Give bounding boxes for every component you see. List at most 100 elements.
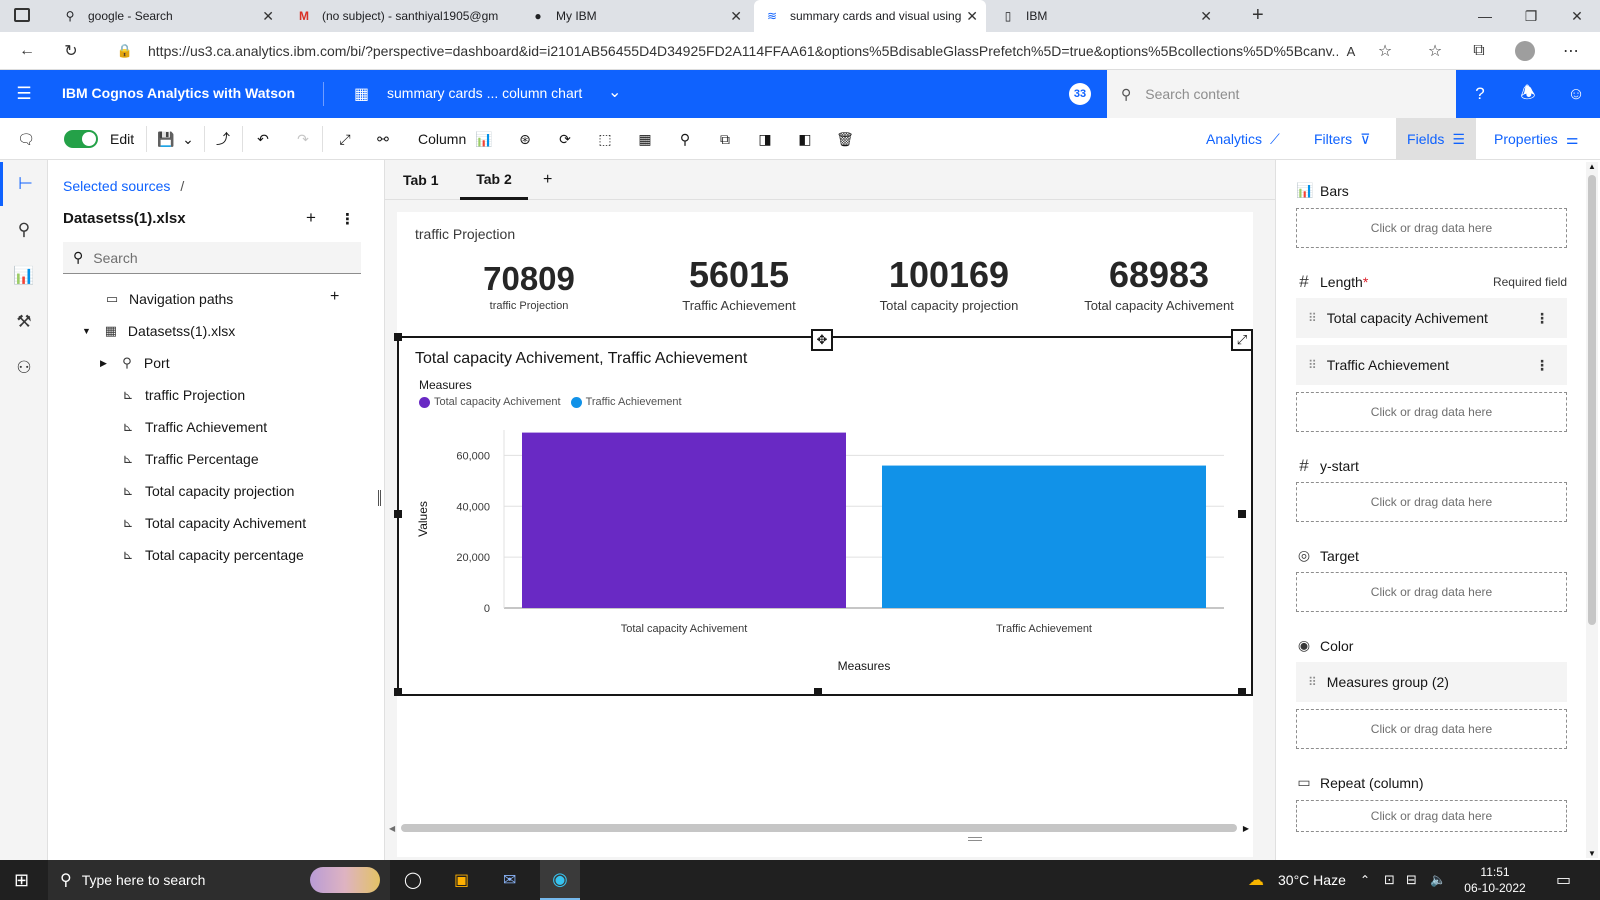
url-field[interactable]: https://us3.ca.analytics.ibm.com/bi/?per… [148,35,1338,67]
search-content-input[interactable]: ⚲ Search content [1107,70,1456,118]
chevron-down-icon[interactable]: ⌄ [180,118,196,160]
viz-type-label[interactable]: Column [418,118,466,160]
vertical-scrollbar[interactable]: ▲ ▼ [1586,162,1598,858]
more-icon[interactable]: ⋯ [1556,36,1586,66]
repeat-drop-slot[interactable]: Click or drag data here [1296,800,1567,832]
edge-browser-icon[interactable]: ◉ [540,860,580,900]
window-close-button[interactable]: ✕ [1554,0,1600,32]
chevron-down-icon[interactable]: ⌄ [608,82,621,102]
bar[interactable] [522,432,846,608]
horizontal-scrollbar[interactable]: ◀ ▶ [389,824,1249,833]
legend-item[interactable]: Total capacity Achivement [434,396,561,408]
column-chart-icon[interactable]: 📊 [474,118,494,160]
back-button[interactable]: ← [12,36,42,66]
bring-front-icon[interactable]: ◨ [754,118,776,160]
resize-handle[interactable] [394,333,402,341]
tree-item-measure[interactable]: ⊾ Total capacity percentage [120,547,304,563]
resize-handle[interactable] [1238,510,1246,518]
properties-button[interactable]: Properties ⚌ [1494,118,1578,160]
drag-handle-icon[interactable]: ⠿ [1308,358,1317,372]
target-drop-slot[interactable]: Click or drag data here [1296,572,1567,612]
tab-2[interactable]: Tab 2 [460,160,528,200]
ystart-drop-slot[interactable]: Click or drag data here [1296,482,1567,522]
hamburger-menu-icon[interactable]: ☰ [0,70,48,118]
pin-icon[interactable]: ⚲ [674,118,696,160]
browser-tab[interactable]: ▯ IBM ✕ [990,0,1220,32]
new-tab-button[interactable]: + [1252,4,1264,27]
field-item-traffic-achievement[interactable]: ⠿ Traffic Achievement ⋮ [1296,345,1567,385]
taskbar-search-input[interactable]: ⚲ Type here to search [48,860,390,900]
move-icon[interactable]: ✥ [811,329,833,351]
edit-toggle[interactable] [64,118,98,160]
chevron-up-icon[interactable]: ⌃ [1360,860,1370,900]
overflow-menu-icon[interactable]: ⋮ [340,210,355,228]
volume-icon[interactable]: 🔈 [1430,860,1446,900]
maximize-icon[interactable]: ⤢ [1231,329,1253,351]
resize-handle[interactable] [814,688,822,696]
visualizations-icon[interactable]: 📊 [0,254,48,298]
resize-handle[interactable] [394,688,402,696]
bars-drop-slot[interactable]: Click or drag data here [1296,208,1567,248]
refresh-button[interactable]: ↻ [56,36,86,66]
collaborator-badge[interactable]: 33 [1069,83,1091,105]
pin-icon[interactable]: ⚲ [0,208,48,252]
length-drop-slot[interactable]: Click or drag data here [1296,392,1567,432]
restore-button[interactable]: ❐ [1508,0,1554,32]
add-navigation-path-icon[interactable]: + [330,288,339,306]
overflow-menu-icon[interactable]: ⋮ [1535,357,1549,374]
save-icon[interactable]: 💾 [156,118,176,160]
add-favorite-icon[interactable]: ☆ [1370,36,1400,66]
column-chart-widget[interactable]: Total capacity Achivement, Traffic Achie… [394,329,1253,696]
tree-item-measure[interactable]: ⊾ Traffic Achievement [120,419,268,435]
color-drop-slot[interactable]: Click or drag data here [1296,709,1567,749]
close-icon[interactable]: ✕ [730,8,742,25]
duplicate-icon[interactable]: ⧉ [714,118,736,160]
meet-icon[interactable]: ⊡ [1384,860,1395,900]
tree-item-navigation-paths[interactable]: ▭ Navigation paths [104,291,233,307]
send-back-icon[interactable]: ◧ [794,118,816,160]
network-icon[interactable]: ⊟ [1406,860,1417,900]
office-app-icon[interactable]: ▣ [454,860,469,900]
add-icon[interactable]: + [306,208,316,228]
field-item-total-capacity-achivement[interactable]: ⠿ Total capacity Achivement ⋮ [1296,298,1567,338]
drag-handle-icon[interactable]: ⠿ [1308,311,1317,325]
undo-icon[interactable]: ↶ [252,118,274,160]
tree-item-measure[interactable]: ⊾ traffic Projection [120,387,246,403]
tab-1[interactable]: Tab 1 [403,160,439,200]
close-icon[interactable]: ✕ [1200,8,1212,25]
notifications-icon[interactable]: 🕭 [1504,70,1552,118]
redo-icon[interactable]: ↷ [292,118,314,160]
analytics-button[interactable]: Analytics ⟋ [1206,118,1280,160]
expand-icon[interactable]: ⤢ [334,118,356,160]
caret-down-icon[interactable]: ▼ [82,326,91,336]
favorites-icon[interactable]: ☆ [1420,36,1450,66]
tree-item-measure[interactable]: ⊾ Traffic Percentage [120,451,259,467]
kpi-card[interactable]: 70809 traffic Projection [429,260,629,312]
browser-tab[interactable]: ⚲ google - Search ✕ [52,0,282,32]
windows-start-icon[interactable]: ⊞ [14,860,29,900]
field-item-measures-group[interactable]: ⠿ Measures group (2) [1296,662,1567,702]
task-view-icon[interactable]: ◯ [404,860,422,900]
source-search-input[interactable]: ⚲ Search [63,242,361,274]
kpi-card[interactable]: 56015 Traffic Achievement [639,254,839,313]
filters-button[interactable]: Filters ⊽ [1314,118,1370,160]
read-aloud-icon[interactable]: A [1336,36,1366,66]
resize-handle[interactable] [394,510,402,518]
palette-icon[interactable]: ⊛ [514,118,536,160]
notification-center-icon[interactable]: ▭ [1556,860,1571,900]
kpi-card[interactable]: 100169 Total capacity projection [849,254,1049,313]
legend-item[interactable]: Traffic Achievement [586,396,682,408]
help-icon[interactable]: ? [1456,70,1504,118]
delete-icon[interactable]: 🗑 [834,118,856,160]
share-icon[interactable]: ⤴ [212,118,234,160]
weather-text[interactable]: 30°C Haze [1278,860,1346,900]
selected-sources-link[interactable]: Selected sources [63,178,170,194]
document-title[interactable]: summary cards ... column chart [387,85,582,101]
tab-actions-icon[interactable] [14,8,30,22]
resize-handle[interactable] [1238,688,1246,696]
tree-item-measure[interactable]: ⊾ Total capacity Achivement [120,515,307,531]
mail-app-icon[interactable]: ✉ [503,860,516,900]
comment-icon[interactable]: 🗨 [12,118,40,160]
close-icon[interactable]: ✕ [966,8,978,25]
browser-tab[interactable]: M (no subject) - santhiyal1905@gm [286,0,516,32]
